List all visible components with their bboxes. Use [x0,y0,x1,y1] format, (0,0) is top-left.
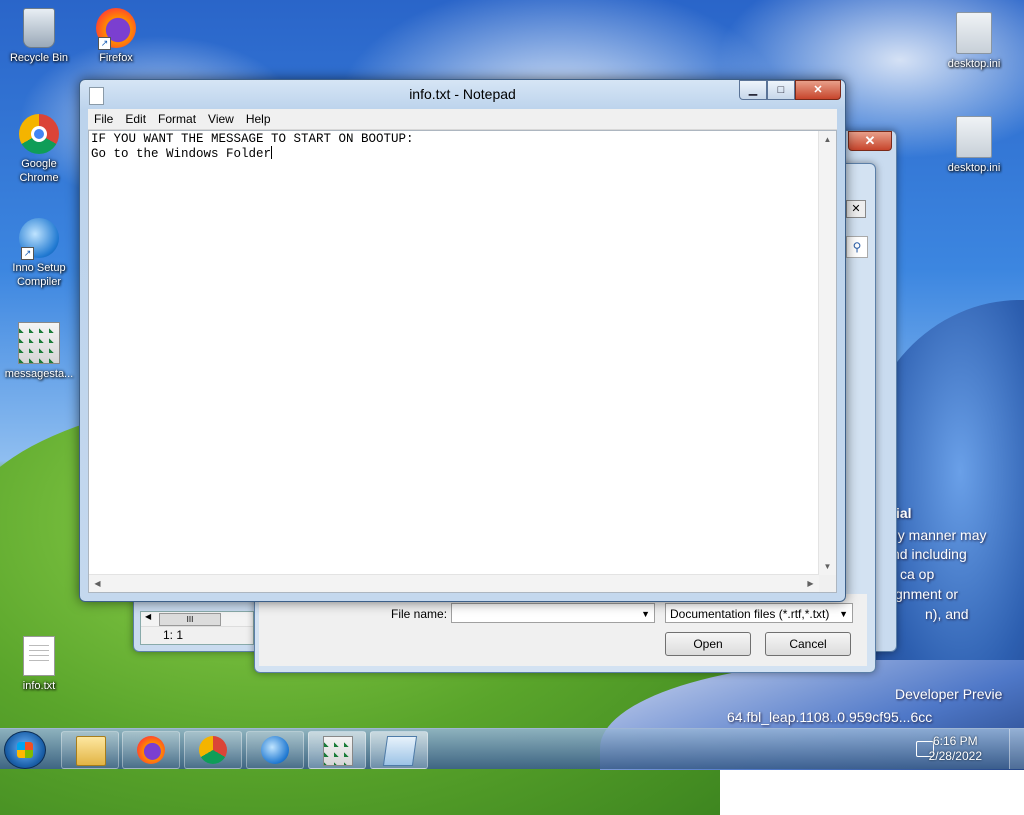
wallpaper-text: nd including [892,546,967,562]
inno-setup-icon: ↗ [19,218,59,260]
notepad-icon [382,736,418,766]
start-button[interactable] [4,731,46,769]
status-cursor-position: 1: 1 [163,628,184,642]
wallpaper-text: ca op [900,566,935,582]
wallpaper-text: ny manner may [890,527,987,543]
text-caret [271,146,273,159]
window-title: info.txt - Notepad [409,86,516,102]
taskbar-firefox[interactable] [122,731,180,769]
text-file-icon [23,636,55,676]
menu-view[interactable]: View [202,112,240,126]
file-name-label: File name: [391,607,448,621]
search-icon[interactable]: ⚲ [846,236,868,258]
taskbar-notepad[interactable] [370,731,428,769]
close-icon[interactable]: ✕ [846,200,866,218]
clock-time: 6:16 PM [932,734,978,748]
firefox-icon [137,736,165,764]
cancel-button[interactable]: Cancel [765,632,851,656]
dialog-footer: File name: ▼ Documentation files (*.rtf,… [259,594,867,666]
desktop-icon-desktop-ini-2[interactable]: desktop.ini [936,116,1012,175]
chrome-icon [199,736,227,764]
show-desktop-button[interactable] [1009,729,1024,769]
desktop-icon-inno-setup[interactable]: ↗ Inno Setup Compiler [1,218,77,289]
horizontal-scrollbar[interactable]: ◀ ▶ [89,574,819,592]
chrome-icon [19,114,59,154]
scroll-up-icon[interactable]: ▲ [819,131,836,148]
taskbar: 6:16 PM 2/28/2022 [0,728,1024,769]
file-type-select[interactable]: Documentation files (*.rtf,*.txt) ▼ [665,603,853,623]
background-window-statusbar: ◀ III 1: 1 [140,611,254,645]
taskbar-script[interactable] [308,731,366,769]
menu-bar: File Edit Format View Help [88,109,837,130]
chevron-down-icon[interactable]: ▼ [839,604,848,624]
menu-edit[interactable]: Edit [119,112,152,126]
desktop-icon-chrome[interactable]: Google Chrome [1,114,77,185]
system-clock[interactable]: 6:16 PM 2/28/2022 [929,734,982,764]
editor-line-1: IF YOU WANT THE MESSAGE TO START ON BOOT… [91,132,414,146]
chevron-down-icon[interactable]: ▼ [641,604,650,624]
scroll-down-icon[interactable]: ▼ [819,558,836,575]
wallpaper-text: gnment or [895,586,959,602]
menu-file[interactable]: File [88,112,119,126]
menu-help[interactable]: Help [240,112,277,126]
taskbar-chrome[interactable] [184,731,242,769]
vertical-scrollbar[interactable]: ▲ ▼ [818,131,836,575]
desktop-icon-desktop-ini[interactable]: desktop.ini [936,12,1012,71]
clock-date: 2/28/2022 [928,749,982,763]
notepad-window[interactable]: info.txt - Notepad ▁ □ ✕ File Edit Forma… [79,79,846,602]
taskbar-file-explorer[interactable] [61,731,119,769]
file-name-input[interactable]: ▼ [451,603,655,623]
wallpaper-text: n), and [925,606,969,622]
inno-setup-icon [261,736,289,764]
desktop-icon-messagestartup[interactable]: messagesta... [1,322,77,381]
wallpaper-text: 64.fbl_leap.1108..0.959cf95...6cc [727,709,933,725]
ini-file-icon [956,116,992,158]
file-explorer-icon [76,736,106,766]
close-button[interactable]: ✕ [795,80,841,100]
menu-format[interactable]: Format [152,112,202,126]
hscroll-thumb[interactable]: III [159,613,221,626]
desktop-icon-firefox[interactable]: ↗ Firefox [78,8,154,65]
wallpaper-text: Developer Previe [895,686,1003,702]
editor-text[interactable]: IF YOU WANT THE MESSAGE TO START ON BOOT… [91,133,816,161]
open-button[interactable]: Open [665,632,751,656]
scroll-left-icon[interactable]: ◀ [89,575,106,592]
scrollbar-corner [819,575,836,592]
ini-file-icon [956,12,992,54]
desktop-icon-recycle-bin[interactable]: Recycle Bin [1,8,77,65]
maximize-button[interactable]: □ [767,80,795,100]
wallpaper-text: ial [896,505,912,521]
close-icon[interactable]: ✕ [848,131,892,151]
caption-buttons: ▁ □ ✕ [739,80,841,100]
script-file-icon [18,322,60,364]
taskbar-inno-setup[interactable] [246,731,304,769]
recycle-bin-icon [23,8,55,48]
text-editor-area[interactable]: IF YOU WANT THE MESSAGE TO START ON BOOT… [88,130,837,593]
desktop-icon-info-txt[interactable]: info.txt [1,636,77,693]
script-file-icon [323,736,353,766]
minimize-button[interactable]: ▁ [739,80,767,100]
firefox-icon: ↗ [96,8,136,50]
scroll-right-icon[interactable]: ▶ [802,575,819,592]
editor-line-2: Go to the Windows Folder [91,147,272,161]
